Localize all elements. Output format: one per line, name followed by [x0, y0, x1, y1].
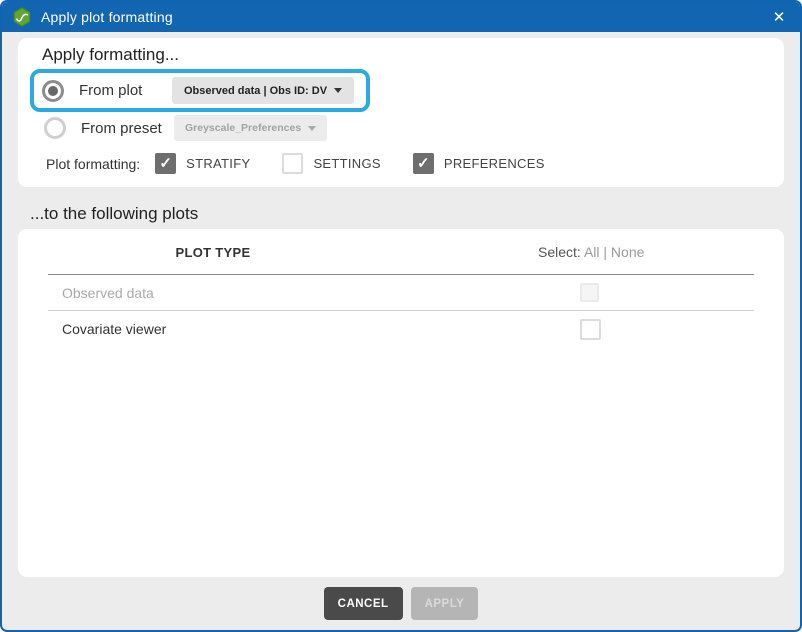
apply-from-heading: Apply formatting... [30, 43, 772, 69]
preferences-checkbox[interactable] [413, 153, 434, 174]
window-title: Apply plot formatting [41, 9, 173, 25]
from-preset-option-row: From preset Greyscale_Preferences [30, 115, 772, 141]
row-label: Observed data [48, 285, 154, 301]
observed-data-checkbox [580, 283, 599, 302]
select-separator: | [603, 244, 607, 260]
plot-type-column-header: PLOT TYPE [48, 245, 378, 260]
plot-formatting-option-settings: SETTINGS [282, 153, 400, 174]
close-icon[interactable]: ✕ [768, 6, 790, 28]
preferences-label: PREFERENCES [444, 156, 545, 171]
plot-formatting-row: Plot formatting: STRATIFY SETTINGS PREFE… [46, 153, 772, 174]
footer: CANCEL APPLY [18, 587, 784, 622]
settings-label: SETTINGS [313, 156, 380, 171]
plot-formatting-option-stratify: STRATIFY [155, 153, 270, 174]
titlebar: Apply plot formatting ✕ [2, 2, 800, 32]
stratify-label: STRATIFY [186, 156, 250, 171]
select-group: Select: All | None [538, 244, 644, 260]
covariate-viewer-checkbox[interactable] [580, 319, 601, 340]
from-plot-dropdown[interactable]: Observed data | Obs ID: DV [172, 77, 354, 104]
from-preset-dropdown-value: Greyscale_Preferences [185, 122, 301, 134]
table-header: PLOT TYPE Select: All | None [48, 229, 754, 275]
apply-from-card: Apply formatting... From plot Observed d… [18, 38, 784, 187]
table-row-observed-data: Observed data [48, 275, 754, 311]
apply-to-card: PLOT TYPE Select: All | None Observed da… [18, 229, 784, 577]
from-plot-label: From plot [79, 82, 167, 99]
select-all-link[interactable]: All [584, 244, 600, 260]
app-logo-icon [12, 7, 32, 27]
apply-to-heading: ...to the following plots [30, 204, 784, 224]
cancel-button[interactable]: CANCEL [324, 587, 403, 620]
from-preset-label: From preset [81, 120, 169, 137]
table-row-covariate-viewer[interactable]: Covariate viewer [48, 311, 754, 347]
from-preset-radio[interactable] [44, 117, 66, 139]
select-label: Select: [538, 244, 581, 260]
select-none-link[interactable]: None [611, 244, 644, 260]
apply-plot-formatting-dialog: Apply plot formatting ✕ Apply formatting… [0, 0, 802, 632]
dialog-body: Apply formatting... From plot Observed d… [2, 32, 800, 630]
from-plot-radio[interactable] [42, 80, 64, 102]
from-plot-dropdown-value: Observed data | Obs ID: DV [184, 85, 327, 97]
apply-button[interactable]: APPLY [411, 587, 479, 620]
from-plot-option-highlight: From plot Observed data | Obs ID: DV [30, 69, 370, 112]
stratify-checkbox[interactable] [155, 153, 176, 174]
settings-checkbox[interactable] [282, 153, 303, 174]
caret-down-icon [308, 126, 316, 131]
plot-formatting-option-preferences: PREFERENCES [413, 153, 565, 174]
caret-down-icon [334, 88, 342, 93]
row-label: Covariate viewer [48, 321, 166, 337]
plot-formatting-label: Plot formatting: [46, 156, 140, 172]
from-preset-dropdown[interactable]: Greyscale_Preferences [174, 115, 327, 141]
